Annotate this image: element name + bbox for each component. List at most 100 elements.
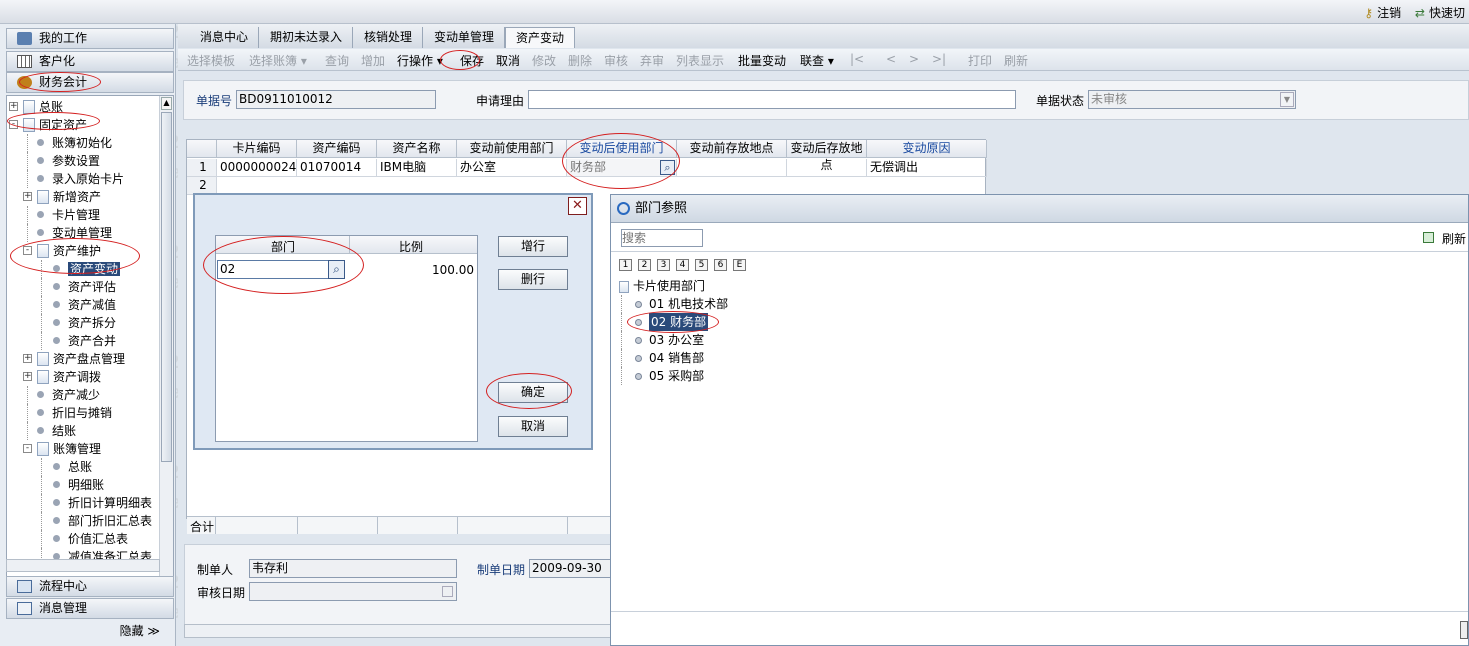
search-icon[interactable]: ⌕ (660, 160, 675, 175)
grid-cell[interactable] (677, 159, 787, 177)
page-button[interactable]: 4 (676, 259, 689, 271)
grid-column-header[interactable]: 变动原因 (867, 140, 987, 158)
toolbar-button[interactable]: 打印 (968, 52, 992, 69)
tree-item[interactable]: 资产减少 (7, 386, 157, 404)
tree-item[interactable]: - 账簿管理 (7, 440, 157, 458)
toolbar-button[interactable]: 刷新 (1004, 52, 1028, 69)
page-button[interactable]: 1 (619, 259, 632, 271)
ref-search-input[interactable] (621, 229, 703, 247)
nav-footer-process[interactable]: 流程中心 (6, 576, 174, 597)
tree-item[interactable]: 资产评估 (7, 278, 157, 296)
delete-row-button[interactable]: 删行 (498, 269, 568, 290)
tree-item[interactable]: 资产合并 (7, 332, 157, 350)
quick-switch-link[interactable]: 快速切 (1429, 6, 1465, 20)
tree-item[interactable]: + 资产调拨 (7, 368, 157, 386)
scroll-thumb[interactable] (161, 112, 172, 462)
nav-header-customize[interactable]: 客户化 (6, 51, 174, 72)
toolbar-button[interactable]: 列表显示 (676, 52, 724, 69)
tree-item[interactable]: 折旧与摊销 (7, 404, 157, 422)
tree-item[interactable]: 账簿初始化 (7, 134, 157, 152)
scroll-up-icon[interactable]: ▲ (161, 97, 172, 110)
grid-cell[interactable]: 无偿调出 (867, 159, 987, 177)
page-button[interactable]: E (733, 259, 746, 271)
toolbar-button[interactable]: 保存 (460, 52, 484, 69)
page-button[interactable]: 2 (638, 259, 651, 271)
collapse-icon[interactable]: - (23, 246, 32, 255)
toolbar-button[interactable]: 行操作 ▾ (397, 52, 443, 69)
tree-item[interactable]: + 总账 (7, 98, 157, 116)
grid-cell[interactable]: IBM电脑 (377, 159, 457, 177)
tree-item[interactable]: 资产变动 (7, 260, 157, 278)
grid-column-header[interactable]: 变动后使用部门 (567, 140, 677, 158)
toolbar-button[interactable]: 增加 (361, 52, 385, 69)
expand-icon[interactable]: + (23, 192, 32, 201)
toolbar-button[interactable]: 删除 (568, 52, 592, 69)
tab-writeoff[interactable]: 核销处理 (354, 27, 424, 48)
toolbar-button[interactable]: < (886, 52, 896, 66)
grid-cell[interactable]: 办公室 (457, 159, 567, 177)
expand-icon[interactable]: + (23, 354, 32, 363)
collapse-icon[interactable]: - (9, 120, 18, 129)
tab-asset-change[interactable]: 资产变动 (505, 27, 576, 48)
maker-field[interactable]: 韦存利 (249, 559, 457, 578)
nav-header-my-work[interactable]: 我的工作 (6, 28, 174, 49)
toolbar-button[interactable]: 查询 (325, 52, 349, 69)
tree-item[interactable]: 卡片管理 (7, 206, 157, 224)
tab-initial-unreconciled[interactable]: 期初未达录入 (260, 27, 354, 48)
tree-item[interactable]: + 资产盘点管理 (7, 350, 157, 368)
grid-column-header[interactable]: 资产编码 (297, 140, 377, 158)
ok-button[interactable]: 确定 (498, 382, 568, 403)
tree-item[interactable]: 资产减值 (7, 296, 157, 314)
tree-item[interactable]: 折旧计算明细表 (7, 494, 157, 512)
tree-item[interactable]: 总账 (7, 458, 157, 476)
ref-tree-root[interactable]: 卡片使用部门 (619, 277, 705, 294)
refresh-icon[interactable] (1423, 232, 1434, 243)
tree-item[interactable]: 部门折旧汇总表 (7, 512, 157, 530)
page-button[interactable]: 3 (657, 259, 670, 271)
tree-item[interactable]: 明细账 (7, 476, 157, 494)
tree-item[interactable]: 参数设置 (7, 152, 157, 170)
tree-item[interactable]: 资产拆分 (7, 314, 157, 332)
close-icon[interactable]: ✕ (568, 197, 587, 215)
grid-column-header[interactable]: 变动前使用部门 (457, 140, 567, 158)
add-row-button[interactable]: 增行 (498, 236, 568, 257)
expand-icon[interactable]: + (9, 102, 18, 111)
status-select[interactable]: 未审核 ▼ (1088, 90, 1296, 109)
nav-header-finance[interactable]: 财务会计 (6, 72, 174, 93)
grid-cell[interactable] (787, 159, 867, 177)
grid-cell[interactable]: 01070014 (297, 159, 377, 177)
search-icon[interactable]: ⌕ (328, 260, 345, 279)
toolbar-button[interactable]: 修改 (532, 52, 556, 69)
dept-input[interactable]: 02 (217, 260, 329, 279)
tree-item[interactable]: 价值汇总表 (7, 530, 157, 548)
tab-change-management[interactable]: 变动单管理 (424, 27, 506, 48)
toolbar-button[interactable]: >| (932, 52, 946, 66)
page-button[interactable]: 5 (695, 259, 708, 271)
reason-field[interactable] (528, 90, 1016, 109)
cancel-button[interactable]: 取消 (498, 416, 568, 437)
tab-message-center[interactable]: 消息中心 (190, 27, 260, 48)
grid-column-header[interactable]: 卡片编码 (217, 140, 297, 158)
calendar-icon[interactable] (442, 586, 453, 597)
grid-column-header[interactable]: 变动后存放地点 (787, 140, 867, 172)
toolbar-button[interactable]: 选择账簿 ▾ (249, 52, 307, 69)
tree-item[interactable]: - 资产维护 (7, 242, 157, 260)
window-button[interactable] (1460, 621, 1468, 639)
logout-link[interactable]: 注销 (1377, 6, 1401, 20)
page-button[interactable]: 6 (714, 259, 727, 271)
grid-column-header[interactable]: 资产名称 (377, 140, 457, 158)
refresh-button[interactable]: 刷新 (1442, 230, 1466, 247)
expand-icon[interactable]: + (23, 372, 32, 381)
toolbar-button[interactable]: 联查 ▾ (800, 52, 834, 69)
tree-scrollbar[interactable]: ▲ (159, 96, 173, 584)
toolbar-button[interactable]: 弃审 (640, 52, 664, 69)
toolbar-button[interactable]: 审核 (604, 52, 628, 69)
toolbar-button[interactable]: 取消 (496, 52, 520, 69)
toolbar-button[interactable]: 选择模板 (187, 52, 235, 69)
tree-item[interactable]: 录入原始卡片 (7, 170, 157, 188)
chevron-down-icon[interactable]: ▼ (1280, 92, 1294, 107)
main-hscrollbar[interactable] (184, 624, 614, 638)
toolbar-button[interactable]: 批量变动 (738, 52, 786, 69)
tree-item[interactable]: + 新增资产 (7, 188, 157, 206)
grid-column-header[interactable]: 变动前存放地点 (677, 140, 787, 158)
